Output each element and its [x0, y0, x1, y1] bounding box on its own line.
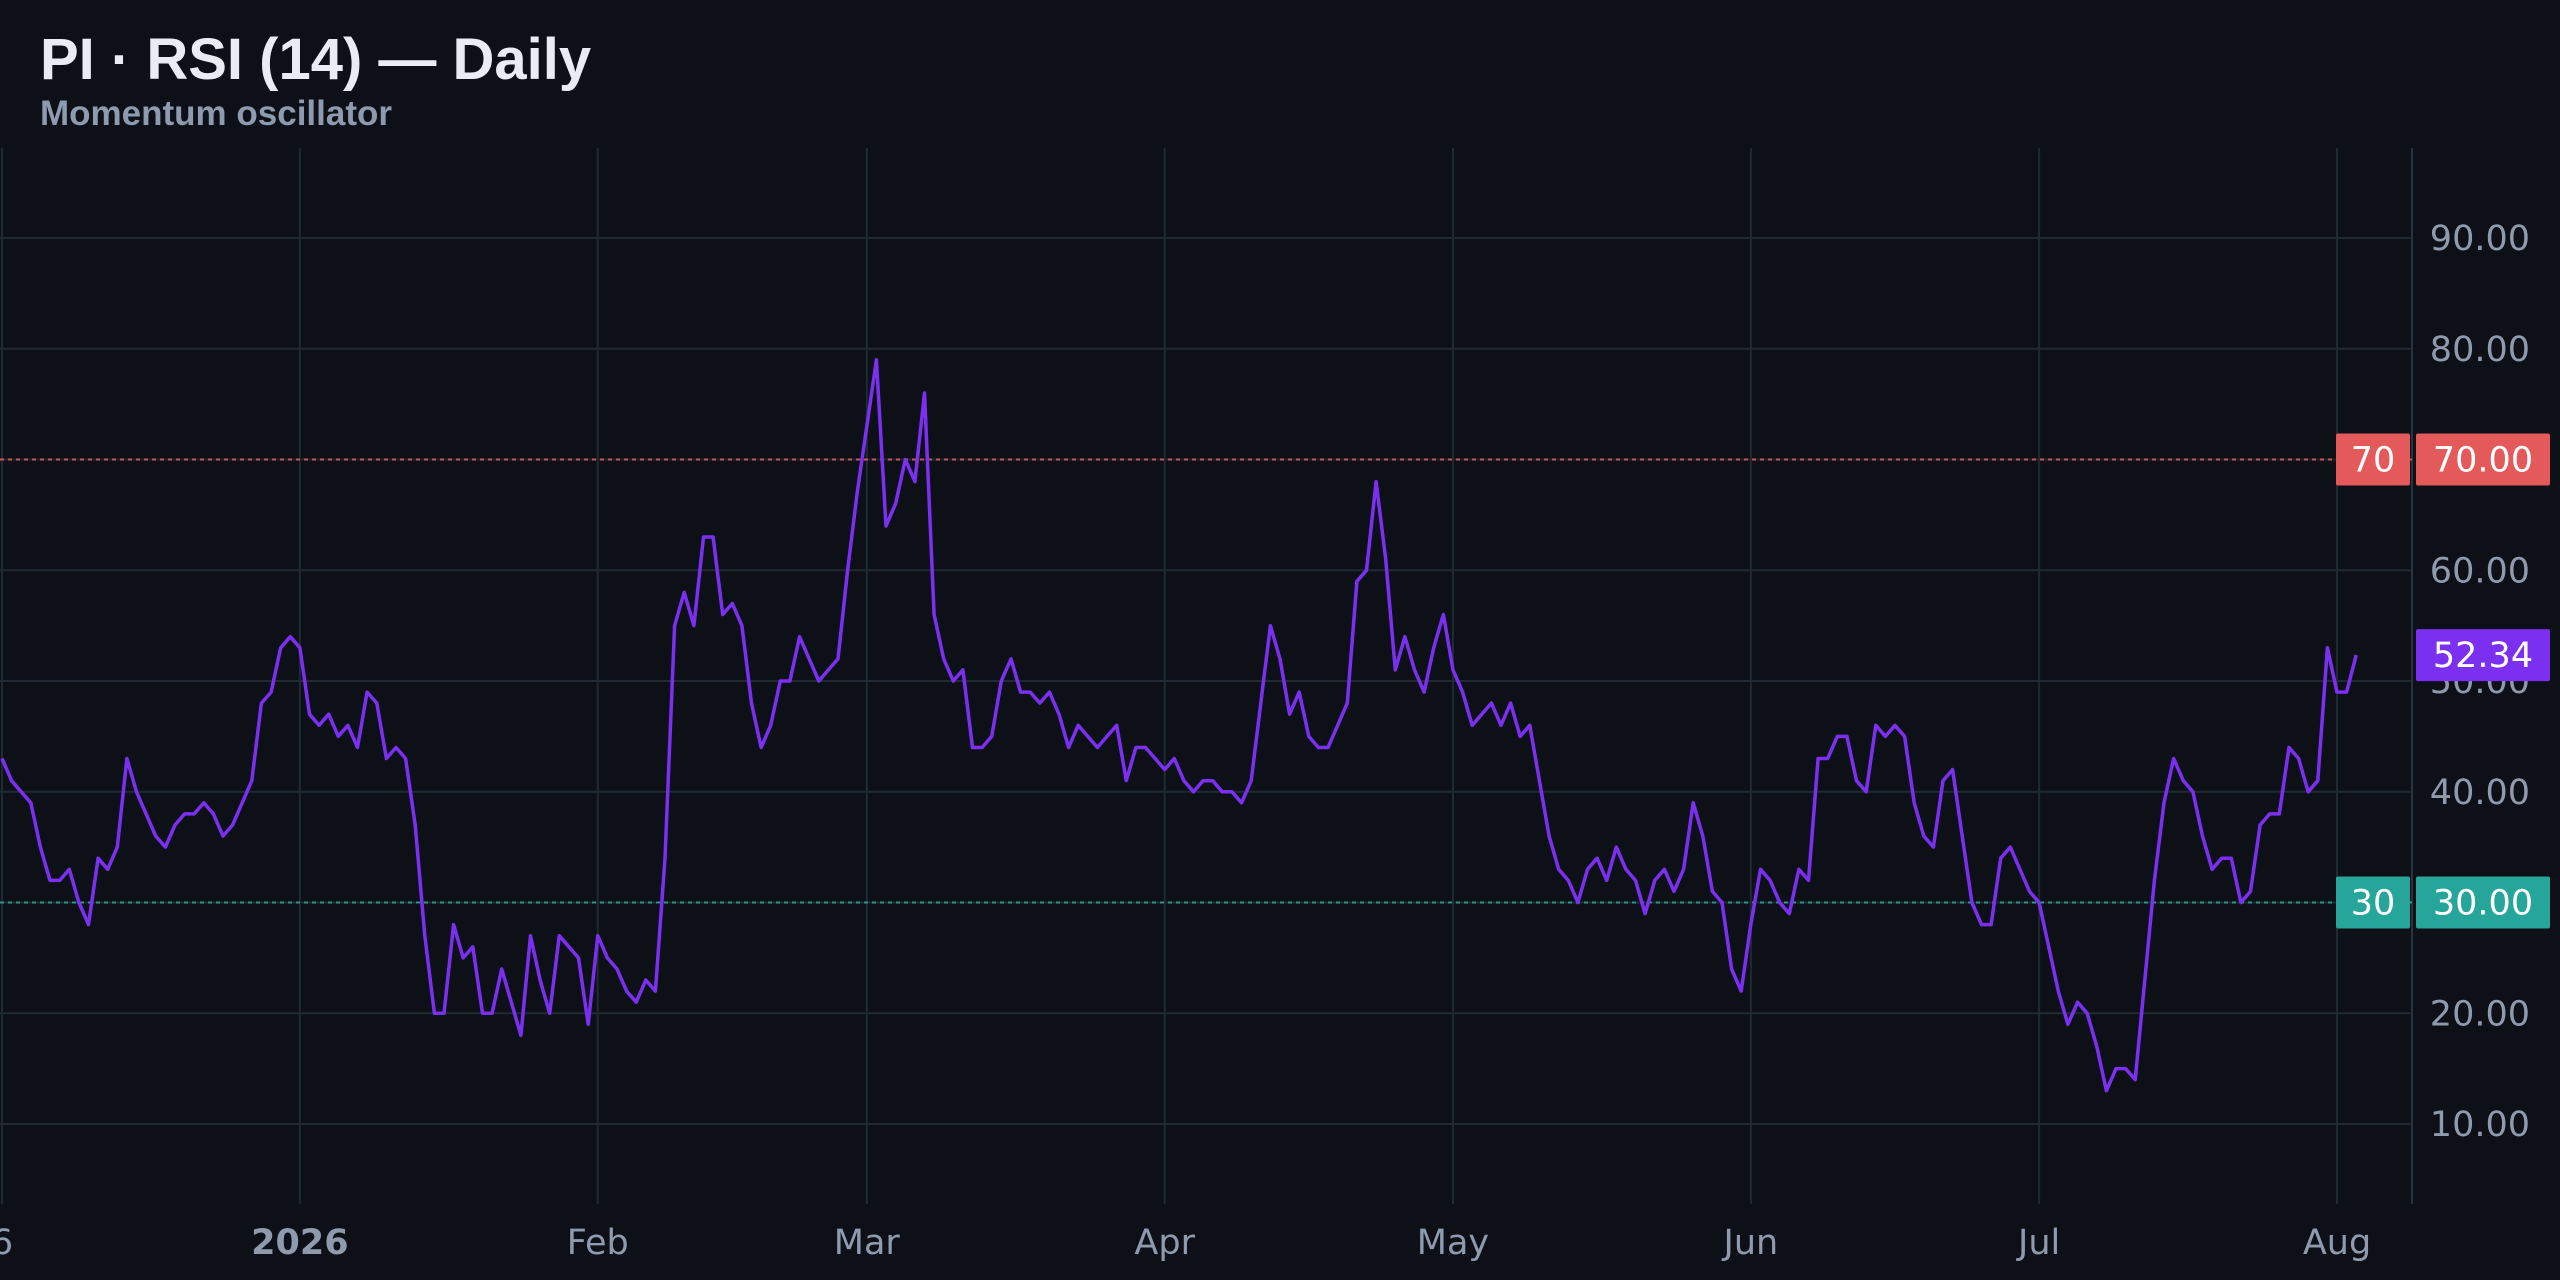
y-tick-label: 10.00 — [2430, 1105, 2530, 1145]
rsi-chart: PI · RSI (14) — Daily Momentum oscillato… — [0, 0, 2560, 1280]
x-tick-label: 2026 — [251, 1223, 348, 1263]
y-tick-label: 60.00 — [2430, 551, 2530, 591]
reference-badge-label: 70 — [2351, 441, 2396, 481]
x-tick-label: Jun — [1722, 1223, 1779, 1263]
reference-axis-label: 30.00 — [2433, 884, 2533, 924]
y-tick-label: 80.00 — [2430, 330, 2530, 370]
x-tick-label: Jul — [2016, 1223, 2060, 1263]
grid-lines — [0, 148, 2412, 1204]
chart-plot: 6 2026 Feb Mar Apr May Jun Jul Aug 10.00 20.00 30.0… — [0, 148, 2550, 1263]
x-tick-label: Mar — [834, 1223, 901, 1263]
rsi-series-line — [0, 358, 2358, 1093]
x-tick-label: Feb — [567, 1223, 629, 1263]
last-value-label: 52.34 — [2433, 636, 2533, 676]
y-tick-label: 40.00 — [2430, 773, 2530, 813]
y-tick-label: 20.00 — [2430, 994, 2530, 1034]
reference-axis-label: 70.00 — [2433, 441, 2533, 481]
y-tick-label: 90.00 — [2430, 219, 2530, 259]
x-tick-label: 6 — [0, 1223, 13, 1263]
x-tick-label: Aug — [2303, 1223, 2371, 1263]
x-tick-label: Apr — [1134, 1223, 1195, 1263]
x-tick-label: May — [1417, 1223, 1489, 1263]
reference-badge-label: 30 — [2351, 884, 2396, 924]
